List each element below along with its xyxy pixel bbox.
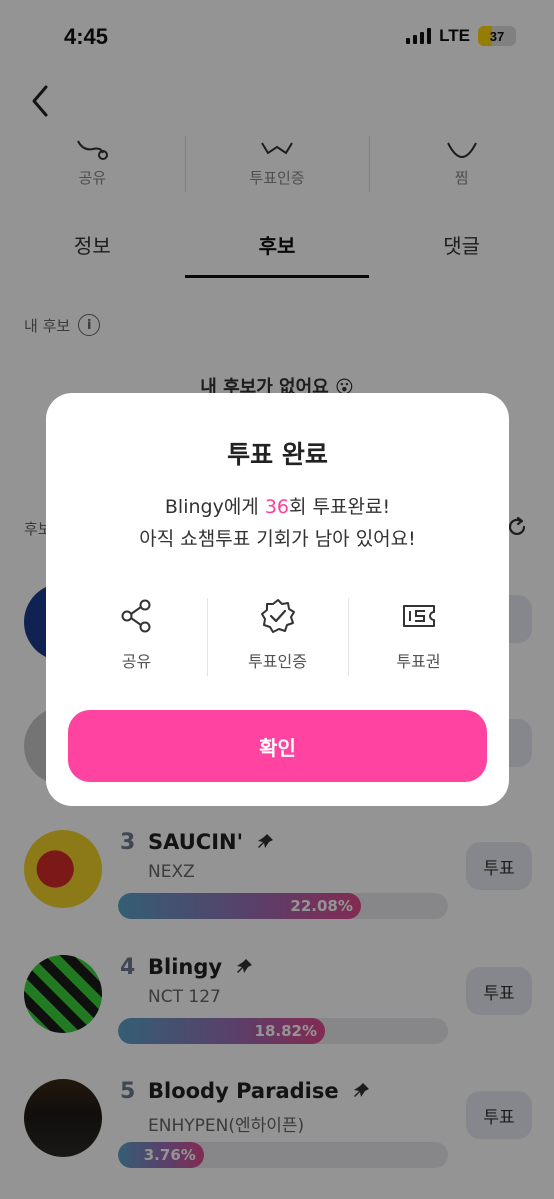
vote-complete-modal: 투표 완료 Blingy에게 36회 투표완료! 아직 쇼챔투표 기회가 남아 …	[46, 393, 509, 806]
modal-share-button[interactable]: 공유	[66, 598, 207, 676]
modal-share-label: 공유	[121, 652, 152, 671]
share-icon	[121, 599, 150, 633]
modal-ticket-label: 투표권	[396, 652, 441, 671]
modal-verify-button[interactable]: 투표인증	[207, 598, 348, 676]
verify-badge-icon	[260, 599, 295, 633]
vote-count: 36	[264, 496, 290, 518]
confirm-button[interactable]: 확인	[68, 710, 487, 782]
modal-action-row: 공유 투표인증 투표권	[66, 598, 489, 676]
modal-verify-label: 투표인증	[248, 652, 307, 671]
modal-message-line2: 아직 쇼챔투표 기회가 남아 있어요!	[139, 528, 416, 550]
message-prefix: Blingy에게	[164, 496, 265, 518]
ticket-icon	[402, 605, 435, 627]
modal-message-line1: Blingy에게 36회 투표완료!	[46, 491, 509, 523]
modal-message: Blingy에게 36회 투표완료! 아직 쇼챔투표 기회가 남아 있어요!	[46, 491, 509, 555]
modal-title: 투표 완료	[227, 440, 328, 469]
modal-ticket-button[interactable]: 투표권	[348, 598, 489, 676]
message-suffix: 회 투표완료!	[289, 496, 391, 518]
